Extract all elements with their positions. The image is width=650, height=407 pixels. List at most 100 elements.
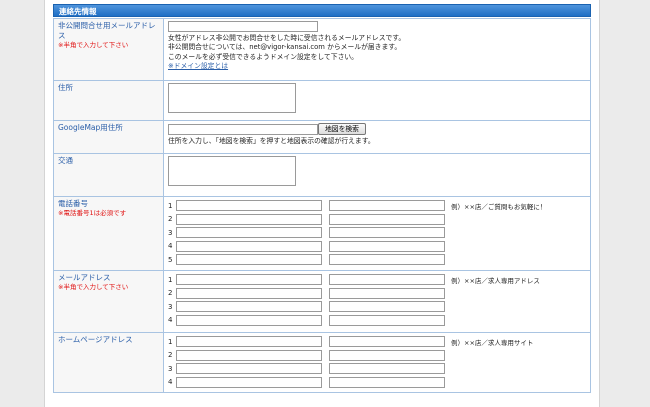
section-header: 連絡先情報 (53, 4, 591, 17)
label-cell: 電話番号 ※電話番号1は必須です (53, 196, 164, 271)
mail-row: 2 (168, 287, 586, 301)
homepage-row: 1 例）××店／求人専用サイト (168, 335, 586, 349)
transport-label: 交通 (58, 156, 73, 165)
label-cell: GoogleMap用住所 (53, 120, 164, 154)
private-email-input[interactable] (168, 21, 318, 32)
googlemap-label: GoogleMap用住所 (58, 123, 123, 132)
row-number: 2 (168, 215, 173, 224)
phone-row: 4 (168, 240, 586, 254)
homepage-memo-input[interactable] (329, 376, 445, 388)
homepage-memo-input[interactable] (329, 363, 445, 375)
phone-number-input[interactable] (176, 213, 322, 225)
phone-number-input[interactable] (176, 254, 322, 266)
mail-address-input[interactable] (176, 287, 322, 299)
homepage-url-input[interactable] (176, 363, 322, 375)
mail-row: 4 (168, 314, 586, 328)
homepage-row: 3 (168, 362, 586, 376)
private-email-label: 非公開問合せ用メールアドレス (58, 21, 156, 40)
address-label: 住所 (58, 83, 73, 92)
mail-memo-input[interactable] (329, 301, 445, 313)
form-panel: 連絡先情報 非公開問合せ用メールアドレス ※半角で入力して下さい 女性がアドレス… (44, 0, 600, 407)
phone-rows: 1 例）××店／ご質問もお気軽に！ 2 3 4 5 (168, 199, 586, 267)
value-cell: 女性がアドレス非公開でお問合せをした時に受信されるメールアドレスです。 非公開問… (163, 18, 591, 81)
label-cell: 住所 (53, 80, 164, 121)
phone-memo-input[interactable] (329, 227, 445, 239)
phone-note: ※電話番号1は必須です (58, 209, 127, 217)
mail-note: ※半角で入力して下さい (58, 283, 129, 291)
row-homepage: ホームページアドレス 1 例）××店／求人専用サイト 2 3 4 (53, 332, 591, 393)
row-number: 2 (168, 289, 173, 298)
row-private-email: 非公開問合せ用メールアドレス ※半角で入力して下さい 女性がアドレス非公開でお問… (53, 18, 591, 81)
mail-row: 3 (168, 300, 586, 314)
value-cell: 1 例）××店／ご質問もお気軽に！ 2 3 4 5 (163, 196, 591, 271)
private-email-desc-3: このメールを必ず受信できるようドメイン設定をして下さい。 (168, 52, 358, 61)
phone-row: 5 (168, 253, 586, 267)
homepage-label: ホームページアドレス (58, 335, 133, 344)
mail-address-input[interactable] (176, 274, 322, 286)
row-number: 1 (168, 337, 173, 346)
value-cell: 地図を検索 住所を入力し、「地図を検索」を押すと地図表示の確認が行えます。 (163, 120, 591, 154)
contact-form-table: 非公開問合せ用メールアドレス ※半角で入力して下さい 女性がアドレス非公開でお問… (53, 18, 591, 393)
private-email-note: ※半角で入力して下さい (58, 41, 129, 49)
homepage-hint: 例）××店／求人専用サイト (451, 338, 534, 347)
phone-row: 1 例）××店／ご質問もお気軽に！ (168, 199, 586, 213)
row-transport: 交通 (53, 153, 591, 197)
phone-hint: 例）××店／ご質問もお気軽に！ (451, 202, 547, 211)
googlemap-desc: 住所を入力し、「地図を検索」を押すと地図表示の確認が行えます。 (168, 137, 375, 145)
mail-memo-input[interactable] (329, 287, 445, 299)
value-cell: 1 例）××店／求人専用サイト 2 3 4 (163, 332, 591, 393)
mail-label: メールアドレス (58, 273, 111, 282)
row-number: 3 (168, 228, 173, 237)
row-number: 3 (168, 302, 173, 311)
label-cell: 非公開問合せ用メールアドレス ※半角で入力して下さい (53, 18, 164, 81)
homepage-rows: 1 例）××店／求人専用サイト 2 3 4 (168, 335, 586, 389)
row-number: 4 (168, 242, 173, 251)
private-email-desc-1: 女性がアドレス非公開でお問合せをした時に受信されるメールアドレスです。 (168, 34, 406, 42)
transport-textarea[interactable] (168, 156, 296, 186)
label-cell: 交通 (53, 153, 164, 197)
phone-number-input[interactable] (176, 227, 322, 239)
map-search-button[interactable]: 地図を検索 (318, 123, 366, 135)
value-cell: 1 例）××店／求人専用アドレス 2 3 4 (163, 270, 591, 333)
row-phone: 電話番号 ※電話番号1は必須です 1 例）××店／ご質問もお気軽に！ 2 3 4… (53, 196, 591, 271)
label-cell: ホームページアドレス (53, 332, 164, 393)
mail-address-input[interactable] (176, 301, 322, 313)
row-number: 4 (168, 316, 173, 325)
homepage-url-input[interactable] (176, 349, 322, 361)
domain-setting-link[interactable]: ※ドメイン設定とは (168, 62, 586, 71)
row-mail: メールアドレス ※半角で入力して下さい 1 例）××店／求人専用アドレス 2 3… (53, 270, 591, 333)
homepage-row: 2 (168, 349, 586, 363)
mail-address-input[interactable] (176, 314, 322, 326)
row-number: 1 (168, 275, 173, 284)
mail-row: 1 例）××店／求人専用アドレス (168, 273, 586, 287)
phone-memo-input[interactable] (329, 200, 445, 212)
row-number: 5 (168, 255, 173, 264)
homepage-memo-input[interactable] (329, 336, 445, 348)
homepage-url-input[interactable] (176, 336, 322, 348)
mail-memo-input[interactable] (329, 274, 445, 286)
private-email-desc-2: 非公開問合せについては、net@vigor-kansai.com からメールが届… (168, 43, 402, 52)
mail-memo-input[interactable] (329, 314, 445, 326)
googlemap-input[interactable] (168, 123, 318, 135)
row-number: 3 (168, 364, 173, 373)
phone-memo-input[interactable] (329, 213, 445, 225)
mail-hint: 例）××店／求人専用アドレス (451, 276, 540, 285)
row-number: 2 (168, 351, 173, 360)
phone-number-input[interactable] (176, 200, 322, 212)
label-cell: メールアドレス ※半角で入力して下さい (53, 270, 164, 333)
homepage-memo-input[interactable] (329, 349, 445, 361)
phone-memo-input[interactable] (329, 254, 445, 266)
row-googlemap: GoogleMap用住所 地図を検索 住所を入力し、「地図を検索」を押すと地図表… (53, 120, 591, 154)
row-number: 4 (168, 378, 173, 387)
mail-rows: 1 例）××店／求人専用アドレス 2 3 4 (168, 273, 586, 327)
phone-memo-input[interactable] (329, 240, 445, 252)
phone-label: 電話番号 (58, 199, 88, 208)
value-cell (163, 80, 591, 121)
row-address: 住所 (53, 80, 591, 121)
address-textarea[interactable] (168, 83, 296, 113)
phone-number-input[interactable] (176, 240, 322, 252)
homepage-url-input[interactable] (176, 376, 322, 388)
phone-row: 3 (168, 226, 586, 240)
phone-row: 2 (168, 213, 586, 227)
row-number: 1 (168, 201, 173, 210)
